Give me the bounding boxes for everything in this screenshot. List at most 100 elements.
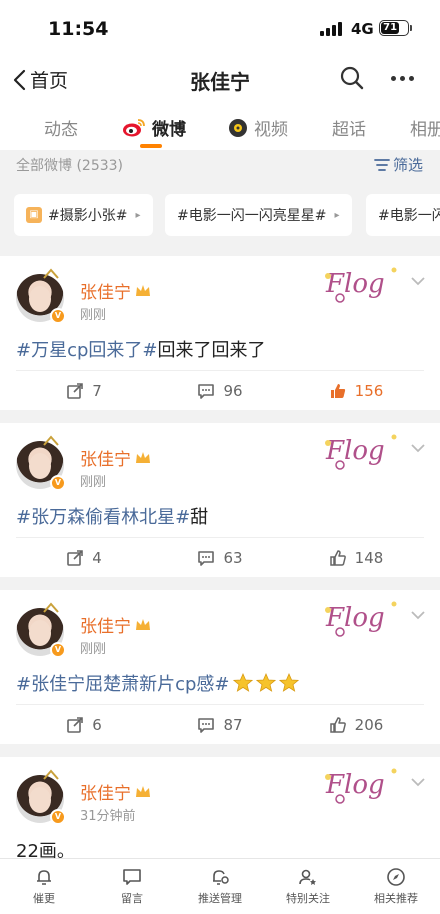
vlog-sticker-icon: Flog [325,768,397,804]
bottom-item-recommend[interactable]: 相关推荐 [352,859,440,914]
verified-badge-icon: V [50,809,66,825]
poster-name[interactable]: 张佳宁 [80,445,151,470]
tab-dynamic[interactable]: 动态 [44,115,78,140]
filter-button[interactable]: 筛选 [374,154,423,175]
verified-badge-icon: V [50,308,66,324]
topic-chip[interactable]: #电影一闪一闪亮星星# ▸ [165,194,352,236]
crown-icon [136,284,150,296]
repost-icon [67,716,84,733]
svg-text:Flog: Flog [325,770,385,800]
comment-icon [198,717,215,733]
comment-icon [198,550,215,566]
status-bar: 11:54 4G 71 [0,0,440,56]
action-bar: 4 63 148 [16,537,424,577]
avatar-frame-icon [43,268,59,279]
hashtag-link[interactable]: #万星cp回来了# [16,340,158,361]
topic-chip[interactable]: ▣ #摄影小张# ▸ [14,194,153,236]
chevron-down-icon[interactable] [410,443,426,453]
like-button[interactable]: 148 [288,538,424,577]
topic-chips: ▣ #摄影小张# ▸ #电影一闪一闪亮星星# ▸ #电影一闪 [0,180,440,254]
repost-button[interactable]: 7 [16,371,152,410]
tab-super-topic[interactable]: 超话 [332,115,366,140]
star-emoji-icon [232,673,253,692]
profile-tabs: 动态 微博 视频 超话 相册 [0,102,440,150]
thumbs-up-icon [329,716,346,733]
poster-name[interactable]: 张佳宁 [80,278,151,303]
repost-button[interactable]: 4 [16,538,152,577]
status-time: 11:54 [48,18,109,40]
battery-level: 71 [381,22,400,34]
bottom-item-message[interactable]: 留言 [88,859,176,914]
chevron-down-icon[interactable] [410,276,426,286]
repost-icon [67,549,84,566]
battery-tip [410,25,412,31]
like-button[interactable]: 156 [288,371,424,410]
battery-icon: 71 [379,20,409,36]
message-icon [123,869,141,885]
video-icon [229,118,247,137]
post-card[interactable]: V 张佳宁 31分钟前 Flog 22画。 [0,757,440,858]
post-time: 刚刚 [80,308,107,323]
comment-button[interactable]: 87 [152,705,288,744]
like-button[interactable]: 206 [288,705,424,744]
post-card[interactable]: V 张佳宁 刚刚 Flog #万星cp回来了#回来了回来了 7 96 156 [0,256,440,410]
crown-icon [136,785,150,797]
filter-row: 全部微博 (2533) 筛选 [0,150,440,180]
vlog-sticker-icon: Flog [325,267,397,303]
chevron-right-icon: ▸ [135,209,141,221]
repost-icon [67,382,84,399]
crown-icon [136,618,150,630]
chevron-down-icon[interactable] [410,777,426,787]
comment-button[interactable]: 63 [152,538,288,577]
tab-indicator [140,144,162,148]
bell-settings-icon [213,870,229,885]
vlog-sticker-icon: Flog [325,434,397,470]
post-body: 22画。 [16,841,75,858]
poster-name[interactable]: 张佳宁 [80,779,151,804]
vlog-sticker-icon: Flog [325,601,397,637]
poster-name[interactable]: 张佳宁 [80,612,151,637]
thumbs-up-icon [330,383,345,398]
tab-album[interactable]: 相册 [410,115,440,140]
hashtag-link[interactable]: #张佳宁屈楚萧新片cp感# [16,674,230,695]
bottom-bar: 催更 留言 推送管理 特别关注 相关推荐 [0,858,440,914]
verified-badge-icon: V [50,475,66,491]
hashtag-link[interactable]: #张万森偷看林北星# [16,507,190,528]
post-card[interactable]: V 张佳宁 刚刚 Flog #张万森偷看林北星#甜 4 63 148 [0,423,440,577]
post-time: 刚刚 [80,475,107,490]
tab-video[interactable]: 视频 [228,115,288,140]
weibo-logo-icon [123,118,145,136]
bottom-item-push[interactable]: 推送管理 [176,859,264,914]
avatar-frame-icon [43,769,59,780]
signal-icon [320,22,342,36]
more-icon[interactable] [391,76,414,81]
thumbs-up-icon [329,549,346,566]
post-text: #万星cp回来了#回来了回来了 [16,336,266,362]
album-icon: ▣ [26,207,42,223]
post-card[interactable]: V 张佳宁 刚刚 Flog #张佳宁屈楚萧新片cp感# 6 87 206 [0,590,440,744]
search-icon[interactable] [339,65,365,91]
post-count-label: 全部微博 (2533) [16,158,124,174]
star-emoji-icon [255,673,276,692]
chevron-down-icon[interactable] [410,610,426,620]
post-text: 22画。 [16,837,75,858]
post-text: #张佳宁屈楚萧新片cp感# [16,670,299,696]
verified-badge-icon: V [50,642,66,658]
back-button[interactable]: 首页 [12,66,68,93]
post-text: #张万森偷看林北星#甜 [16,503,208,529]
chevron-left-icon [13,69,26,90]
bottom-item-follow[interactable]: 特别关注 [264,859,352,914]
user-star-icon [299,869,316,885]
comment-button[interactable]: 96 [152,371,288,410]
chevron-right-icon: ▸ [334,209,340,221]
back-label: 首页 [30,70,69,92]
bottom-item-urge[interactable]: 催更 [0,859,88,914]
topic-chip[interactable]: #电影一闪 [366,194,440,236]
star-emoji-icon [278,673,299,692]
tab-weibo[interactable]: 微博 [122,115,186,140]
repost-button[interactable]: 6 [16,705,152,744]
bell-icon [37,870,51,885]
post-body: 甜 [190,507,209,528]
svg-text:Flog: Flog [325,436,385,466]
post-body: 回来了回来了 [157,340,266,361]
